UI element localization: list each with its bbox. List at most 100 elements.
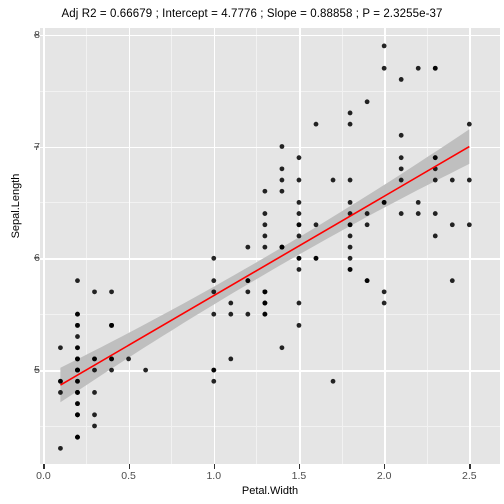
scatter-point xyxy=(279,345,285,351)
scatter-point xyxy=(279,144,285,149)
scatter-point xyxy=(143,367,149,373)
scatter-point xyxy=(347,267,353,272)
scatter-point xyxy=(279,177,285,183)
scatter-point xyxy=(92,356,97,362)
x-tick-mark xyxy=(213,464,215,469)
scatter-point xyxy=(211,311,217,317)
scatter-point xyxy=(313,121,319,127)
y-tick-mark xyxy=(34,145,39,148)
scatter-point xyxy=(449,177,455,183)
scatter-point xyxy=(381,300,387,306)
scatter-point xyxy=(330,177,336,183)
scatter-point xyxy=(381,43,387,49)
scatter-point xyxy=(381,65,387,71)
scatter-point xyxy=(398,177,404,183)
scatter-point xyxy=(262,289,268,295)
scatter-point xyxy=(296,200,302,205)
scatter-point xyxy=(58,390,63,395)
scatter-point xyxy=(245,278,251,284)
scatter-point xyxy=(466,222,472,228)
data-layer xyxy=(58,43,472,451)
scatter-point xyxy=(415,65,421,71)
scatter-point xyxy=(398,211,404,216)
scatter-point xyxy=(262,211,268,216)
scatter-point xyxy=(279,244,285,250)
scatter-point xyxy=(92,390,97,395)
scatter-point xyxy=(75,311,80,317)
x-tick-mark xyxy=(384,464,386,469)
scatter-point xyxy=(432,211,438,216)
scatter-point xyxy=(245,289,251,295)
x-axis-label: Petal.Width xyxy=(241,485,299,497)
scatter-point xyxy=(364,99,370,105)
scatter-point xyxy=(432,177,438,183)
scatter-point xyxy=(262,188,268,194)
scatter-point xyxy=(296,222,302,228)
scatter-point xyxy=(432,155,438,161)
scatter-point xyxy=(262,222,268,228)
scatter-point xyxy=(449,222,455,228)
scatter-point xyxy=(109,356,114,362)
scatter-point xyxy=(262,311,268,317)
regression-line xyxy=(60,145,470,386)
scatter-point xyxy=(296,300,302,306)
scatter-point xyxy=(296,155,302,161)
x-tick-label: 2.5 xyxy=(462,470,477,482)
scatter-points xyxy=(58,43,472,451)
scatter-point xyxy=(415,200,421,205)
scatter-point xyxy=(466,121,472,127)
x-tick-label: 1.0 xyxy=(206,470,222,482)
scatter-point xyxy=(330,378,336,384)
scatter-point xyxy=(347,110,353,116)
scatter-point xyxy=(75,278,80,284)
scatter-point xyxy=(381,200,387,205)
scatter-point xyxy=(211,255,217,261)
scatter-point xyxy=(109,367,114,373)
scatter-point xyxy=(109,322,114,328)
scatter-point xyxy=(211,278,217,284)
scatter-point xyxy=(347,200,353,205)
scatter-point xyxy=(398,77,404,82)
x-tick-mark xyxy=(469,464,471,469)
scatter-point xyxy=(211,289,217,295)
scatter-point xyxy=(296,255,302,261)
scatter-point xyxy=(296,322,302,328)
scatter-point xyxy=(449,278,455,284)
y-tick-mark xyxy=(34,257,39,259)
scatter-point xyxy=(58,345,63,351)
scatter-point xyxy=(347,233,353,239)
scatter-point xyxy=(466,177,472,183)
scatter-point xyxy=(75,334,80,339)
x-tick-mark xyxy=(298,464,301,469)
chart-root: Adj R2 = 0.66679 ; Intercept = 4.7776 ; … xyxy=(0,0,504,504)
scatter-point xyxy=(296,233,302,239)
scatter-point xyxy=(109,289,114,295)
scatter-point xyxy=(211,367,217,373)
scatter-point xyxy=(262,233,268,239)
scatter-point xyxy=(347,244,353,250)
scatter-point xyxy=(228,356,234,362)
scatter-point xyxy=(398,155,404,161)
scatter-point xyxy=(381,289,387,295)
scatter-point xyxy=(279,166,285,172)
scatter-point xyxy=(432,65,438,71)
scatter-point xyxy=(92,412,97,418)
plot-panel xyxy=(40,28,500,464)
scatter-point xyxy=(228,311,234,317)
y-axis-label: Sepal.Length xyxy=(10,173,22,239)
scatter-point xyxy=(58,378,63,384)
scatter-point xyxy=(75,412,80,418)
scatter-point xyxy=(415,211,421,216)
scatter-point xyxy=(296,267,302,272)
x-tick-mark xyxy=(128,464,130,469)
scatter-point xyxy=(75,356,80,362)
scatter-point xyxy=(92,289,97,295)
scatter-point xyxy=(75,434,80,440)
y-axis: 5678 Sepal.Length xyxy=(0,0,40,504)
scatter-point xyxy=(364,222,370,228)
scatter-point xyxy=(211,378,217,384)
scatter-point xyxy=(313,222,319,228)
x-tick-label: 1.5 xyxy=(291,470,307,482)
scatter-point xyxy=(262,300,268,306)
chart-title: Adj R2 = 0.66679 ; Intercept = 4.7776 ; … xyxy=(61,8,443,20)
